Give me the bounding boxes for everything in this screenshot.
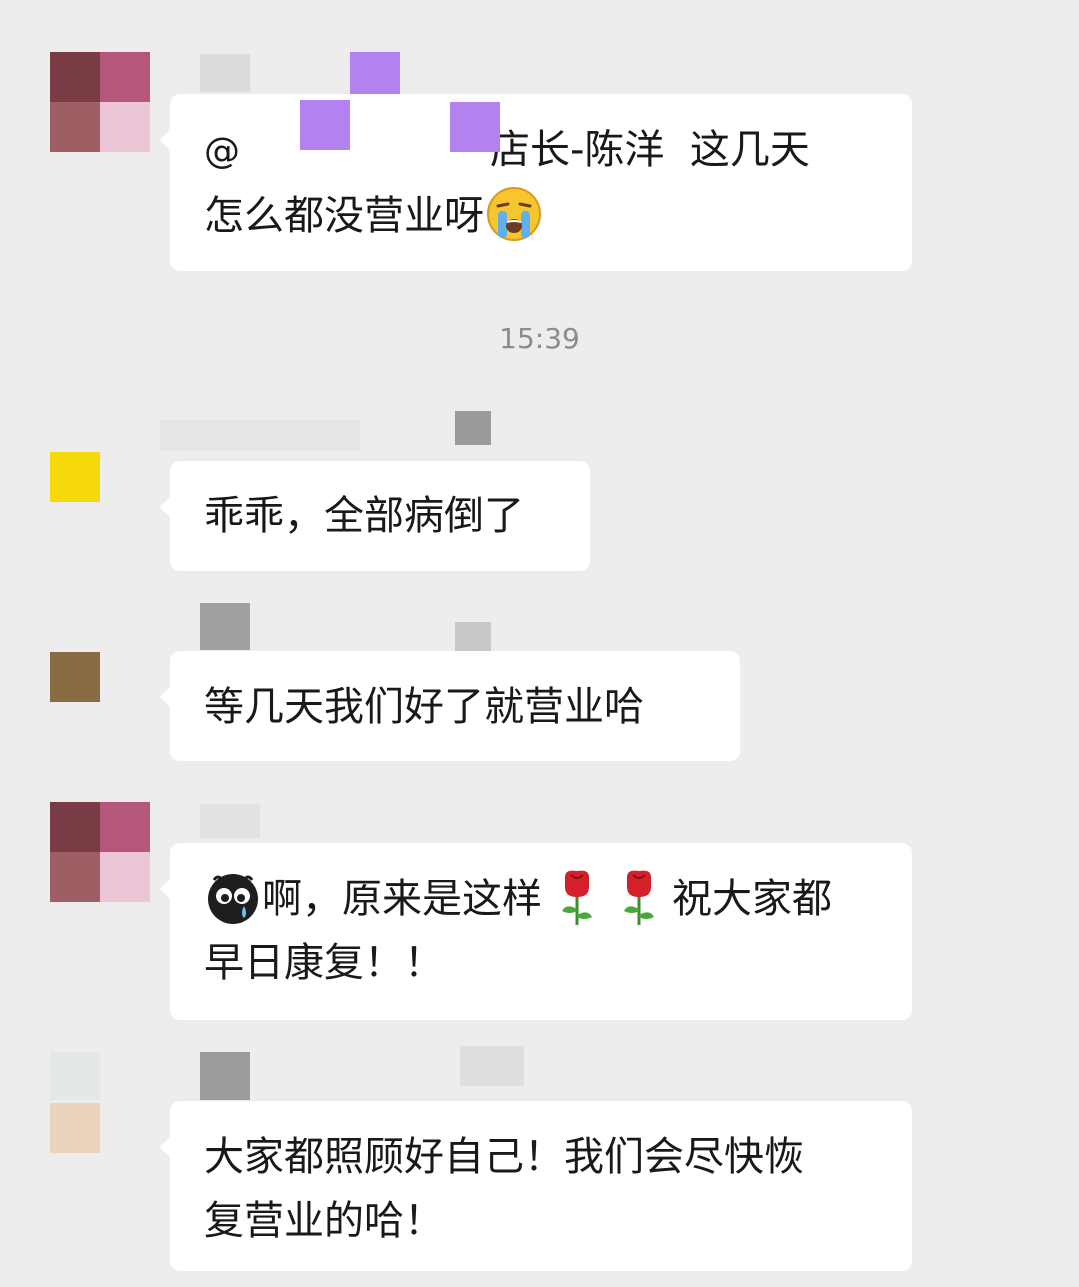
sender-name-blurred (460, 1046, 524, 1086)
avatar[interactable] (50, 452, 100, 502)
sender-name-blurred (455, 622, 491, 652)
sender-name-blurred (200, 804, 260, 838)
avatar[interactable] (50, 652, 100, 702)
message-bubble[interactable]: 大家都照顾好自己！我们会尽快恢 复营业的哈！ (160, 1101, 912, 1271)
sender-name-blurred (455, 411, 491, 445)
message-text: 祝大家都 (672, 876, 832, 922)
sender-name-blurred (160, 420, 360, 450)
rose-icon (610, 867, 668, 927)
redaction-block (300, 100, 350, 150)
message-timestamp: 15:39 (499, 322, 580, 355)
message-text: 等几天我们好了就营业哈 (204, 684, 644, 730)
message-bubble[interactable]: 乖乖，全部病倒了 (160, 461, 590, 571)
message-bubble[interactable]: 等几天我们好了就营业哈 (160, 651, 740, 761)
sender-name-blurred (200, 603, 250, 650)
message-text: 怎么都没营业呀 (204, 193, 484, 239)
message-text: 复营业的哈！ (204, 1198, 444, 1244)
sad-ball-icon (204, 868, 262, 926)
sender-name-blurred (200, 54, 250, 92)
mention-name: 店长-陈洋 (490, 127, 665, 173)
crying-face-icon (484, 184, 544, 244)
rose-icon (548, 867, 606, 927)
mention-prefix: @ (204, 131, 240, 172)
redaction-block (450, 102, 500, 152)
message-text: 这几天 (664, 127, 810, 173)
message-text: 早日康复！！ (204, 940, 444, 986)
avatar[interactable] (50, 1103, 100, 1153)
message-text: 大家都照顾好自己！我们会尽快恢 (204, 1134, 804, 1180)
message-text: 乖乖，全部病倒了 (204, 493, 524, 539)
sender-name-blurred (200, 1052, 250, 1100)
message-bubble[interactable]: 啊，原来是这样 祝大家都 早日康复！！ (160, 843, 912, 1020)
message-bubble[interactable]: @ 店长-陈洋 这几天 怎么都没营业呀 (160, 94, 912, 271)
avatar[interactable] (50, 802, 150, 902)
avatar[interactable] (50, 52, 150, 152)
sender-name-blurred (50, 1052, 100, 1100)
message-text: 啊，原来是这样 (262, 876, 542, 922)
